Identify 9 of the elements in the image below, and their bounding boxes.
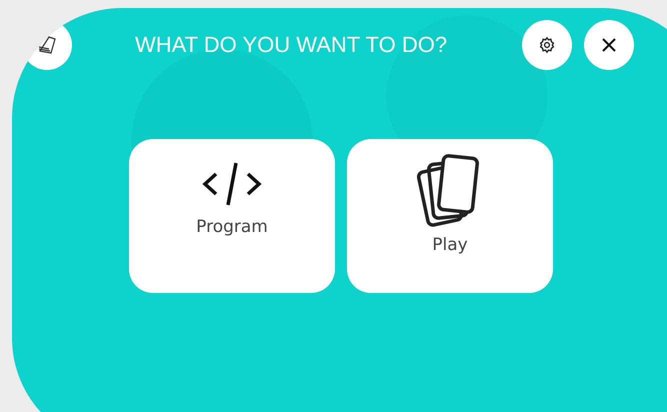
close-button[interactable] <box>584 20 634 70</box>
option-card[interactable]: Play <box>347 139 553 293</box>
settings-button[interactable] <box>522 20 572 70</box>
settings-icon <box>538 36 556 54</box>
option-card[interactable]: Program <box>129 139 335 293</box>
code-icon <box>202 161 262 207</box>
close-icon <box>602 38 616 52</box>
pages-icon <box>37 35 57 55</box>
screen-title: WHAT DO YOU WANT TO DO? <box>134 32 448 58</box>
